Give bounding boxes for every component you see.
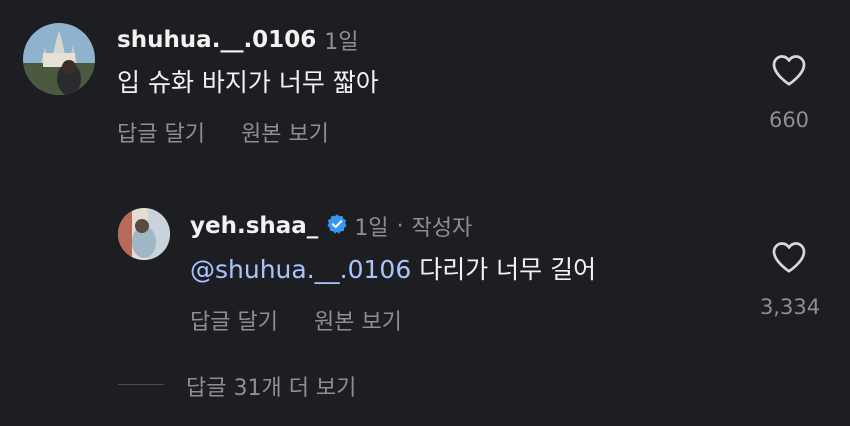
author-tag: 작성자	[411, 216, 473, 241]
comment-text: 입 슈화 바지가 너무 짧아	[117, 68, 379, 97]
comment-actions: 답글 달기 원본 보기	[117, 116, 329, 148]
more-replies: 답글 31개 더 보기	[186, 370, 356, 402]
reply-button[interactable]: 답글 달기	[117, 116, 205, 148]
comment-body: 입 슈화 바지가 너무 짧아	[117, 63, 379, 99]
avatar-image	[23, 23, 95, 95]
avatar-image	[118, 208, 170, 260]
timestamp: 1일	[324, 30, 359, 55]
comments-panel: shuhua.__.0106 1일 입 슈화 바지가 너무 짧아 답글 달기 원…	[0, 0, 850, 426]
avatar[interactable]	[118, 208, 170, 260]
separator: ·	[396, 213, 404, 239]
like-count: 3,334	[759, 295, 821, 319]
heart-outline-icon[interactable]	[771, 240, 807, 278]
view-original-button[interactable]: 원본 보기	[314, 304, 402, 336]
reply-body: @shuhua.__.0106 다리가 너무 길어	[190, 250, 596, 286]
heart-outline-icon[interactable]	[771, 53, 807, 91]
reply-text-content: 다리가 너무 길어	[411, 255, 597, 284]
view-more-replies-button[interactable]: 답글 31개 더 보기	[186, 370, 356, 402]
timestamp: 1일	[354, 216, 389, 241]
avatar[interactable]	[23, 23, 95, 95]
reply-text: @shuhua.__.0106 다리가 너무 길어	[190, 250, 596, 286]
reply-actions: 답글 달기 원본 보기	[190, 304, 402, 336]
more-replies-divider	[118, 384, 164, 385]
view-original-button[interactable]: 원본 보기	[241, 116, 329, 148]
reply-button[interactable]: 답글 달기	[190, 304, 278, 336]
username[interactable]: shuhua.__.0106	[117, 27, 316, 53]
verified-badge-icon	[326, 213, 348, 239]
like-count: 660	[768, 108, 810, 132]
username[interactable]: yeh.shaa_	[190, 213, 318, 239]
reply-header: yeh.shaa_ 1일 · 작성자	[190, 210, 472, 242]
mention-link[interactable]: @shuhua.__.0106	[190, 255, 411, 284]
comment-header: shuhua.__.0106 1일	[117, 24, 358, 56]
